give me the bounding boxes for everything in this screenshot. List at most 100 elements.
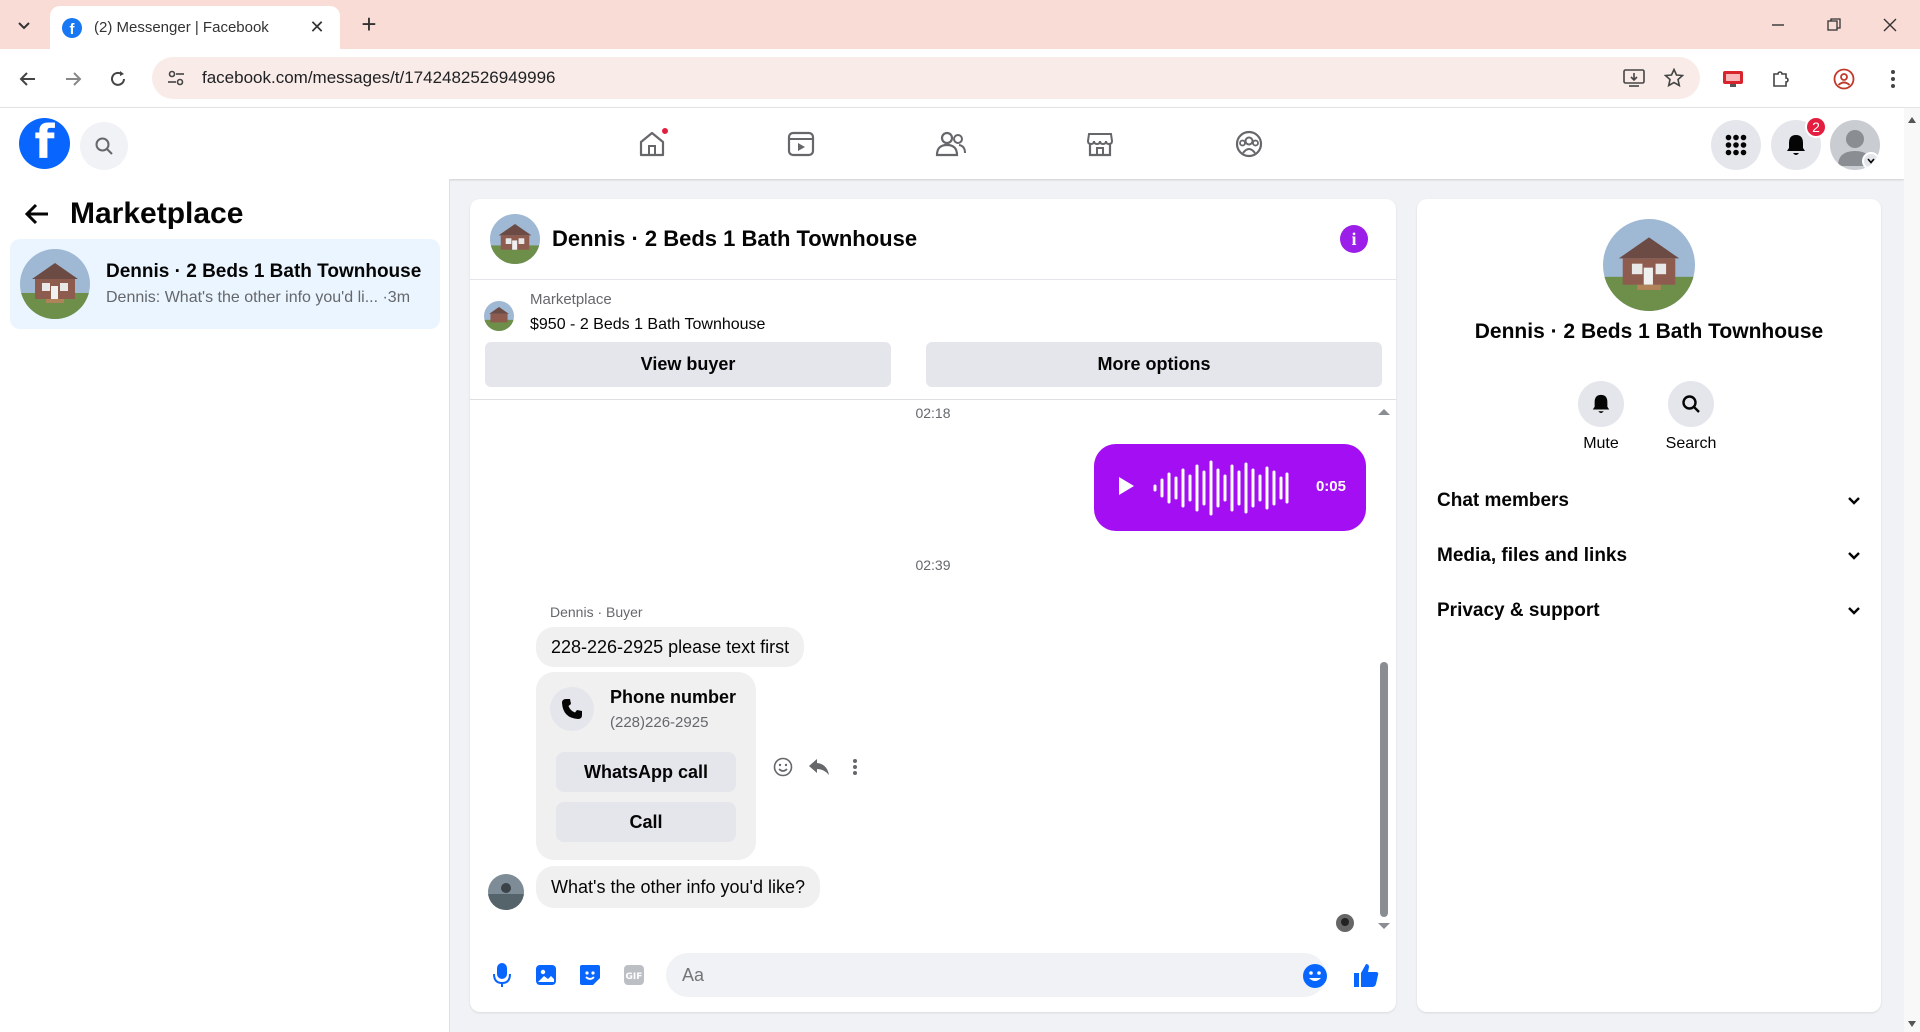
notifications-button[interactable]: 2 [1771,116,1827,170]
panel-title: Marketplace [70,197,244,230]
install-app-icon[interactable] [1614,68,1654,88]
chat-header-avatar[interactable] [490,214,540,264]
scroll-down-arrow-icon[interactable] [1376,921,1392,931]
chevron-down-icon [18,22,30,30]
menu-button[interactable] [1711,120,1761,170]
conversation-item[interactable]: Dennis · 2 Beds 1 Bath Townhouse Dennis:… [10,239,440,329]
microphone-icon[interactable] [486,959,518,991]
search-label: Search [1665,435,1717,452]
incoming-message[interactable]: What's the other info you'd like? [536,866,821,908]
search-conversation-button[interactable]: Search [1646,381,1736,453]
tab-search-dropdown[interactable] [9,10,39,40]
reload-icon [111,71,125,86]
house-thumbnail [20,249,90,319]
media-files-links-section[interactable]: Media, files and links [1437,534,1861,578]
minimize-button[interactable] [1758,10,1798,40]
extension-screen-icon[interactable] [1716,63,1750,95]
react-smiley-icon[interactable] [770,754,796,780]
photo-icon[interactable] [530,959,562,991]
address-bar[interactable]: facebook.com/messages/t/1742482526949996 [152,57,1700,99]
bell-icon [1787,135,1805,155]
chat-scrollbar[interactable] [1380,662,1388,917]
extensions-puzzle-icon[interactable] [1764,63,1798,95]
message-timestamp: 02:39 [915,557,951,573]
call-button[interactable]: Call [556,802,736,842]
back-button[interactable] [12,63,44,95]
gif-icon[interactable]: GIF [618,959,650,991]
video-icon [787,131,815,157]
message-actions [770,754,868,780]
bell-icon [1592,394,1610,414]
voice-message[interactable]: 0:05 [1094,444,1366,531]
nav-home[interactable] [628,120,676,168]
listing-thumbnail [484,301,514,331]
page-scroll-up-icon[interactable] [1907,116,1917,124]
browser-tab-bar: f (2) Messenger | Facebook ✕ + [0,0,1920,49]
conversation-name: Dennis · 2 Beds 1 Bath Townhouse [106,261,422,282]
reload-button[interactable] [102,63,134,95]
view-buyer-button[interactable]: View buyer [485,342,891,387]
conversation-list-panel: Marketplace Dennis · 2 Beds 1 Bath Townh… [0,179,450,1032]
grid-menu-icon [1725,134,1747,156]
listing-summary: Marketplace $950 - 2 Beds 1 Bath Townhou… [484,291,765,334]
url-text: facebook.com/messages/t/1742482526949996 [202,68,556,87]
browser-menu-icon[interactable] [1876,63,1910,95]
section-label: Chat members [1437,490,1569,511]
chevron-down-icon [1848,552,1860,560]
marketplace-icon [1086,133,1114,157]
more-options-button[interactable]: More options [926,342,1382,387]
bookmark-star-icon[interactable] [1654,68,1694,88]
notification-dot [660,126,670,136]
new-tab-button[interactable]: + [354,10,384,40]
more-dots-icon[interactable] [842,754,868,780]
facebook-logo-icon[interactable]: f [19,118,70,169]
chat-header-name[interactable]: Dennis · 2 Beds 1 Bath Townhouse [552,226,917,252]
message-timestamp: 02:18 [915,405,951,421]
nav-marketplace[interactable] [1076,120,1124,168]
nav-friends[interactable] [927,120,975,168]
profile-icon[interactable] [1827,63,1861,95]
arrow-right-icon [66,72,82,86]
search-icon [1682,395,1700,413]
nav-groups[interactable] [1225,120,1273,168]
mute-button[interactable]: Mute [1556,381,1646,453]
chat-members-section[interactable]: Chat members [1437,479,1861,523]
section-label: Media, files and links [1437,545,1628,566]
whatsapp-call-button[interactable]: WhatsApp call [556,752,736,792]
close-window-button[interactable] [1870,10,1910,40]
play-icon[interactable] [1116,475,1136,502]
sticker-icon[interactable] [574,959,606,991]
phone-card-title: Phone number [610,687,737,707]
nav-video[interactable] [777,120,825,168]
restore-button[interactable] [1814,10,1854,40]
scroll-up-arrow-icon[interactable] [1376,407,1392,417]
account-chevron-icon [1862,152,1880,170]
waveform-icon [1153,460,1289,516]
info-icon[interactable]: i [1340,225,1368,253]
privacy-support-section[interactable]: Privacy & support [1437,589,1861,633]
contact-avatar[interactable] [1603,219,1695,311]
site-settings-icon[interactable] [166,68,190,88]
thumbs-up-icon[interactable] [1350,959,1382,991]
search-icon [95,137,113,155]
facebook-search-button[interactable] [80,122,128,170]
facebook-favicon-icon: f [62,17,82,38]
chat-window: Dennis · 2 Beds 1 Bath Townhouse i Marke… [470,199,1396,1012]
account-avatar[interactable] [1830,120,1880,170]
mute-label: Mute [1583,435,1619,452]
back-arrow-icon[interactable] [24,203,54,225]
sender-avatar[interactable] [488,874,524,910]
page-scroll-down-icon[interactable] [1907,1020,1917,1028]
incoming-message[interactable]: 228-226-2925 please text first [536,627,805,667]
forward-button[interactable] [57,63,89,95]
notification-count-badge: 2 [1805,116,1827,138]
contact-name: Dennis · 2 Beds 1 Bath Townhouse [1474,320,1824,343]
section-label: Privacy & support [1437,600,1600,621]
browser-tab-messenger[interactable]: f (2) Messenger | Facebook ✕ [50,6,340,49]
tab-close-icon[interactable]: ✕ [306,17,328,38]
restore-icon [1827,18,1841,31]
message-input[interactable] [666,953,1326,997]
reply-arrow-icon[interactable] [806,754,832,780]
emoji-icon[interactable] [1302,963,1328,994]
page-scrollbar[interactable] [1904,108,1920,1032]
